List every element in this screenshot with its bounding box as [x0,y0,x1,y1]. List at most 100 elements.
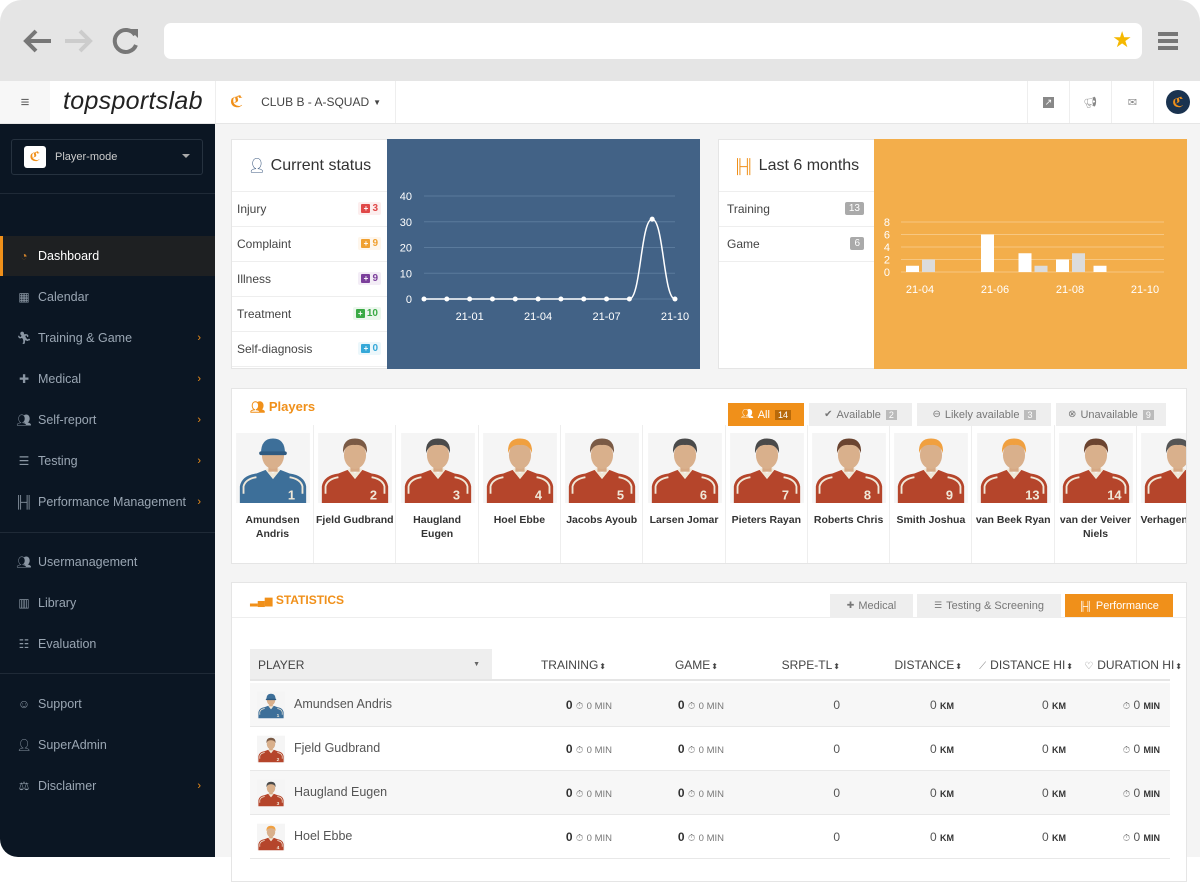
filter-label: Available [836,408,881,421]
player-card[interactable]: 1 Amundsen Andris [232,425,314,563]
player-card[interactable]: 14 van der Veiver Niels [1055,425,1137,563]
status-row-self-diagnosis[interactable]: Self-diagnosis +0 [232,332,387,367]
sidebar-item-library[interactable]: ▥ Library [0,583,215,623]
table-row[interactable]: 1 Amundsen Andris 0 ⏱ 0 MIN 0 ⏱ 0 MIN 0 0 KM 0… [250,683,1170,727]
club-name: CLUB B - A-SQUAD [261,95,370,109]
club-selector[interactable]: ℭ CLUB B - A-SQUAD ▼ [215,81,397,123]
sidebar-item-self-report[interactable]: 👥︎ Self-report › [0,400,215,440]
game-row[interactable]: Game 6 [719,227,874,262]
player-name[interactable]: Amundsen Andris [294,697,392,711]
status-row-illness[interactable]: Illness +9 [232,262,387,297]
player-card[interactable]: 6 Larsen Jomar [644,425,726,563]
column-distance-hi[interactable]: ⟋ DISTANCE HI⬍ [979,658,1073,672]
back-button[interactable] [20,24,56,58]
bar-training[interactable] [906,265,919,272]
training-cell: 0 ⏱ 0 MIN [566,786,612,800]
announcements-button[interactable]: 📢︎ [1069,81,1111,123]
table-row[interactable]: 3 Haugland Eugen 0 ⏱ 0 MIN 0 ⏱ 0 MIN 0 0 KM 0 … [250,771,1170,815]
stat-tab-testing-screening[interactable]: ☰ Testing & Screening [917,594,1061,617]
sidebar-item-superadmin[interactable]: 👤︎ SuperAdmin [0,725,215,765]
plus-square-icon: + [361,344,371,353]
forward-button[interactable] [60,24,96,58]
player-card[interactable]: 13 van Beek Ryan [973,425,1055,563]
duration-hi-cell: ⏱ 0 MIN [1123,830,1160,844]
filter-tab-unavailable[interactable]: ⊗ Unavailable 9 [1056,403,1166,426]
data-point[interactable] [535,296,541,302]
status-row-complaint[interactable]: Complaint +9 [232,227,387,262]
bar-game[interactable] [922,259,935,273]
player-card[interactable]: 5 Jacobs Ayoub [561,425,644,563]
player-name[interactable]: Haugland Eugen [294,785,387,799]
table-row[interactable]: 2 Fjeld Gudbrand 0 ⏱ 0 MIN 0 ⏱ 0 MIN 0 0 KM 0 … [250,727,1170,771]
sidebar-item-training-game[interactable]: 🏃︎ Training & Game › [0,318,215,358]
table-row[interactable]: 4 Hoel Ebbe 0 ⏱ 0 MIN 0 ⏱ 0 MIN 0 0 KM 0 KM ⏱ 0… [250,815,1170,859]
status-count-badge: +9 [358,272,381,285]
column-srpe-tl[interactable]: SRPE-TL⬍ [782,658,840,672]
player-avatar: 3 [257,778,285,808]
bar-training[interactable] [1093,265,1107,272]
data-point[interactable] [444,296,450,302]
messages-button[interactable]: ✉ [1111,81,1153,123]
data-point[interactable] [672,296,678,302]
data-point[interactable] [604,296,610,302]
data-point[interactable] [421,296,427,302]
data-point[interactable] [649,216,655,222]
filter-tab-available[interactable]: ✔ Available 2 [809,403,912,426]
player-column-header[interactable]: PLAYER ▼ [250,649,492,679]
bar-training[interactable] [1018,253,1032,272]
reload-button[interactable] [108,24,144,58]
external-link-icon: ↗ [1042,96,1055,108]
player-card[interactable]: 3 Haugland Eugen [397,425,479,563]
data-point[interactable] [626,296,632,302]
data-point[interactable] [489,296,495,302]
sidebar-item-evaluation[interactable]: ☷ Evaluation [0,624,215,664]
data-point[interactable] [558,296,564,302]
player-name[interactable]: Hoel Ebbe [294,829,352,843]
column-distance[interactable]: DISTANCE⬍ [895,658,963,672]
player-card[interactable]: 2 Fjeld Gudbrand [314,425,397,563]
player-card[interactable]: 7 Pieters Rayan [726,425,808,563]
sidebar-item-dashboard[interactable]: ◔ Dashboard [0,236,215,276]
address-bar[interactable]: ★ [164,23,1142,59]
player-card[interactable]: 4 Hoel Ebbe [479,425,561,563]
stat-tab-performance[interactable]: ╟╢ Performance [1065,594,1173,617]
bar-game[interactable] [1072,253,1085,272]
status-label: Treatment [237,307,292,321]
training-row[interactable]: Training 13 [719,192,874,227]
y-tick-label: 8 [884,217,890,229]
player-name: Pieters Rayan [731,514,802,526]
data-point[interactable] [467,296,473,302]
browser-menu-icon[interactable] [1158,32,1178,53]
sidebar-item-performance-management[interactable]: ╟╢ Performance Management › [0,482,215,522]
stat-tab-medical[interactable]: ✚ Medical [830,594,913,617]
column-training[interactable]: TRAINING⬍ [541,658,606,672]
status-row-treatment[interactable]: Treatment +10 [232,297,387,332]
user-avatar[interactable]: ℭ [1166,90,1190,114]
column-game[interactable]: GAME⬍ [675,658,718,672]
svg-text:7: 7 [782,487,789,502]
external-link-button[interactable]: ↗ [1027,81,1069,123]
player-card[interactable]: Verhagen Teun [1137,425,1186,563]
bar-training[interactable] [981,234,994,273]
sidebar-item-calendar[interactable]: ▦ Calendar [0,277,215,317]
bar-game[interactable] [1034,265,1048,272]
data-point[interactable] [581,296,587,302]
last-6-months-header: ╟╢ Last 6 months [719,140,874,192]
player-card[interactable]: 8 Roberts Chris [808,425,891,563]
player-card[interactable]: 9 Smith Joshua [890,425,973,563]
sidebar-item-testing[interactable]: ☰ Testing › [0,441,215,481]
filter-tab-likely-available[interactable]: ⊖ Likely available 3 [917,403,1051,426]
hamburger-menu-icon[interactable]: ≡ [0,81,50,123]
bar-training[interactable] [1056,259,1069,273]
sidebar-item-disclaimer[interactable]: ⚖ Disclaimer › [0,766,215,806]
bookmark-star-icon[interactable]: ★ [1112,29,1132,51]
status-row-injury[interactable]: Injury +3 [232,192,387,227]
filter-tab-all[interactable]: 👥︎ All 14 [728,403,804,426]
player-name[interactable]: Fjeld Gudbrand [294,741,380,755]
sidebar-item-support[interactable]: ☺ Support [0,684,215,724]
mode-selector[interactable]: ℭ Player-mode [11,139,203,175]
data-point[interactable] [512,296,518,302]
sidebar-item-usermanagement[interactable]: 👥︎ Usermanagement [0,542,215,582]
column-duration-hi[interactable]: ♡ DURATION HI⬍ [1084,658,1182,672]
sidebar-item-medical[interactable]: ✚ Medical › [0,359,215,399]
